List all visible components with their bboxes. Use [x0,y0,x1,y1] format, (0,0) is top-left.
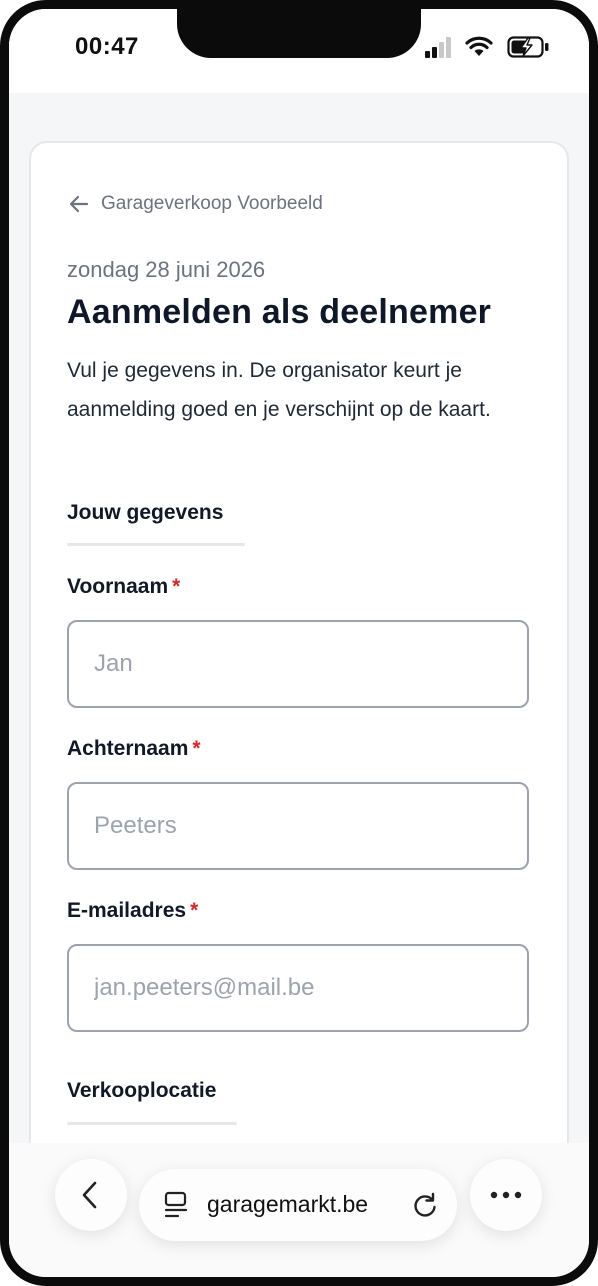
status-icons [425,35,555,61]
section-divider-location [67,1122,237,1125]
url-text: garagemarkt.be [207,1191,369,1217]
email-label: E-mailadres * [67,899,198,923]
email-input[interactable] [67,944,529,1032]
notch [177,9,421,58]
event-date: zondag 28 juni 2026 [67,257,266,282]
section-title-personal: Jouw gegevens [67,501,224,524]
first-name-input[interactable] [67,620,529,708]
first-name-label: Voornaam * [67,575,180,599]
section-title-location: Verkooplocatie [67,1079,217,1102]
tabs-icon [164,1191,188,1218]
status-time: 00:47 [75,33,139,60]
signal-icon [425,37,451,58]
more-icon [490,1191,522,1199]
battery-charging-icon [507,36,549,58]
reload-icon[interactable] [411,1191,439,1219]
last-name-label-text: Achternaam [67,737,189,760]
last-name-label: Achternaam * [67,737,201,761]
required-marker: * [192,737,201,760]
first-name-label-text: Voornaam [67,575,169,598]
intro-text: Vul je gegevens in. De organisator keurt… [67,359,491,421]
address-bar[interactable]: garagemarkt.be [139,1169,457,1241]
back-link-label: Garageverkoop Voorbeeld [101,193,323,214]
section-divider-personal [67,543,245,546]
wifi-icon [465,36,493,56]
page-title: Aanmelden als deelnemer [67,293,492,331]
back-link[interactable]: Garageverkoop Voorbeeld [67,189,323,219]
email-label-text: E-mailadres [67,899,187,922]
last-name-input[interactable] [67,782,529,870]
phone-frame: 00:47 Garageverkoop Voorbeeld zondag 28 … [0,0,598,1286]
browser-back-button[interactable] [55,1159,127,1231]
browser-more-button[interactable] [470,1159,542,1231]
back-chevron-icon [82,1181,97,1209]
arrow-left-icon [69,195,89,213]
required-marker: * [172,575,181,598]
required-marker: * [190,899,199,922]
